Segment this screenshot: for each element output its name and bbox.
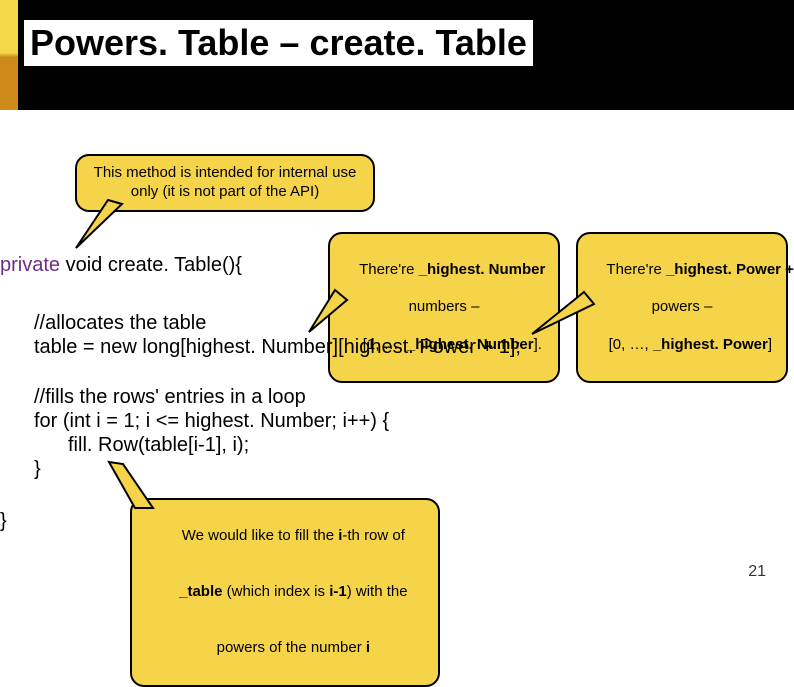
code-alloc-line: table = new long[highest. Number][highes… [34, 336, 521, 359]
slide-title-text: Powers. Table – create. Table [30, 22, 527, 63]
callout-tail [105, 460, 165, 515]
callout-tail [70, 198, 130, 253]
callout-text: numbers – [342, 298, 546, 317]
callout-text: There're _highest. Power +1 [590, 242, 774, 298]
code-text: void create. Table(){ [60, 254, 242, 276]
code-signature: private void create. Table(){ [0, 254, 242, 277]
callout-text: powers – [590, 298, 774, 317]
callout-fill-row: We would like to fill the i-th row of _t… [130, 498, 440, 687]
callout-highest-number: There're _highest. Number numbers – [1, … [328, 232, 560, 383]
code-brace-close-inner: } [34, 458, 41, 481]
page-number: 21 [748, 563, 766, 581]
callout-text: powers of the number i [144, 621, 426, 677]
callout-tail [528, 290, 598, 340]
slide-title: Powers. Table – create. Table [24, 20, 533, 66]
code-alloc-comment: //allocates the table [34, 312, 206, 335]
code-for-line: for (int i = 1; i <= highest. Number; i+… [34, 410, 389, 433]
callout-tail [305, 288, 355, 338]
code-fillrow-line: fill. Row(table[i-1], i); [68, 434, 249, 457]
callout-text: We would like to fill the i-th row of [144, 508, 426, 564]
keyword-private: private [0, 254, 60, 276]
code-brace-close-outer: } [0, 510, 7, 533]
callout-highest-power: There're _highest. Power +1 powers – [0,… [576, 232, 788, 383]
callout-text: _table (which index is i-1) with the [144, 564, 426, 620]
header-accent [0, 0, 18, 110]
code-fill-comment: //fills the rows' entries in a loop [34, 386, 306, 409]
callout-text: There're _highest. Number [342, 242, 546, 298]
callout-text: This method is intended for internal use [89, 164, 361, 183]
callout-text: [0, …, _highest. Power] [590, 317, 774, 373]
